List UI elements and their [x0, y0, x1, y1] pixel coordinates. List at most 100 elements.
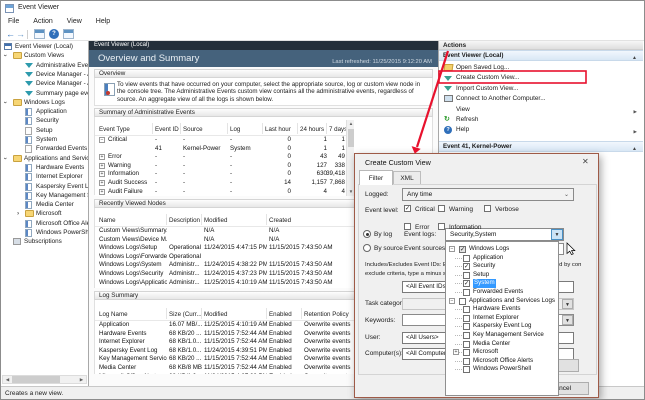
droplist-item-applications-and-services-logs[interactable]: −Applications and Services Logs [446, 297, 559, 306]
collapse-icon[interactable]: ▲ [632, 53, 637, 63]
droplist-checkbox[interactable] [463, 341, 470, 348]
droplist-checkbox[interactable]: ✓ [463, 263, 470, 270]
scrollbar-thumb[interactable] [348, 129, 354, 147]
chevron-expanded-icon[interactable]: › [1, 55, 10, 57]
action-connect-to-another-computer-[interactable]: Connect to Another Computer... [439, 94, 643, 104]
expand-row-icon[interactable]: + [99, 154, 105, 160]
table-row[interactable]: Windows Logs\SystemAdministr...11/24/201… [95, 261, 354, 270]
overview-section-header[interactable]: Overview [94, 69, 433, 78]
menu-file[interactable]: File [1, 16, 26, 28]
column-header-log-name[interactable]: Log Name [99, 305, 173, 321]
recent-nodes-table[interactable]: NameDescriptionModifiedCreatedCustom Vie… [95, 211, 354, 288]
droplist-checkbox[interactable]: ✓ [459, 246, 466, 253]
log-summary-table[interactable]: Log NameSize (Curr...ModifiedEnabledRete… [95, 305, 354, 374]
droplist-checkbox[interactable] [463, 306, 470, 313]
by-log-radio[interactable] [363, 230, 371, 238]
tree-item-subscriptions[interactable]: Subscriptions [1, 237, 89, 246]
table-row[interactable]: Audit Success---141,1577,868+ [95, 179, 354, 188]
table-row[interactable]: Critical---011− [95, 136, 354, 145]
droplist-checkbox[interactable] [459, 298, 466, 305]
help-window-icon[interactable]: ? [49, 29, 59, 39]
tree-item-security[interactable]: Security [1, 116, 89, 125]
tree-item-application[interactable]: Application [1, 107, 89, 116]
action-help[interactable]: ?Help▶ [439, 125, 643, 135]
summary-table[interactable]: Event TypeEvent IDSourceLogLast hour24 h… [95, 120, 354, 196]
table-row[interactable]: Windows Logs\ApplicationAdministr...11/2… [95, 279, 354, 288]
tree-item-device-manager-adapte[interactable]: Device Manager - Adapte [1, 70, 89, 79]
tree-item-event-viewer-local-[interactable]: Event Viewer (Local) [1, 42, 89, 51]
chevron-expanded-icon[interactable]: › [1, 101, 10, 103]
droplist-checkbox[interactable] [463, 332, 470, 339]
table-row[interactable]: Key Management Service68 KB/20 ...11/15/… [95, 355, 354, 364]
forward-arrow-icon[interactable]: → [16, 28, 25, 40]
expand-icon[interactable]: + [453, 349, 459, 355]
table-row[interactable]: Application16.07 MB/...11/25/2015 4:10:1… [95, 321, 354, 330]
scroll-left-icon[interactable]: ◀ [3, 376, 12, 383]
tree-item-microsoft[interactable]: ›Microsoft [1, 209, 89, 218]
chevron-collapsed-icon[interactable]: › [17, 209, 19, 218]
checkbox-warning[interactable] [438, 205, 445, 212]
droplist-item-system[interactable]: ✓System [446, 279, 559, 288]
checkbox-information[interactable] [438, 223, 445, 230]
table-row[interactable]: Error---04349+ [95, 153, 354, 162]
checkbox-verbose[interactable] [484, 205, 491, 212]
droplist-item-forwarded-events[interactable]: Forwarded Events [446, 288, 559, 297]
tree-item-applications-and-services-logs[interactable]: ›Applications and Services Logs [1, 154, 89, 163]
table-row[interactable]: Information---063039,418+ [95, 170, 354, 179]
table-row[interactable]: 41Kernel-PowerSystem011 [95, 145, 354, 154]
keywords-dropdown-button[interactable]: ▼ [562, 315, 573, 325]
show-console-tree-icon[interactable] [34, 29, 45, 39]
tree-item-windows-powershell[interactable]: Windows PowerShell [1, 228, 89, 237]
table-row[interactable]: Kaspersky Event Log68 KB/1.0...11/24/201… [95, 347, 354, 356]
collapse-icon[interactable]: − [449, 246, 455, 252]
checkbox-error[interactable] [404, 223, 411, 230]
menu-view[interactable]: View [60, 16, 89, 28]
column-header-size-curr-[interactable]: Size (Curr... [169, 305, 208, 321]
droplist-item-application[interactable]: Application [446, 254, 559, 263]
droplist-item-microsoft-office-alerts[interactable]: Microsoft Office Alerts [446, 357, 559, 366]
droplist-item-hardware-events[interactable]: Hardware Events [446, 305, 559, 314]
action-import-custom-view-[interactable]: Import Custom View... [439, 84, 643, 94]
menu-action[interactable]: Action [26, 16, 59, 28]
close-icon[interactable]: ✕ [582, 157, 589, 166]
scrollbar-thumb[interactable] [12, 376, 60, 383]
column-header-enabled[interactable]: Enabled [269, 305, 308, 321]
scroll-up-icon[interactable]: ▲ [347, 120, 355, 127]
logged-combobox[interactable]: Any time ⌄ [402, 188, 574, 201]
table-row[interactable]: Custom Views\Device M...N/AN/A [95, 236, 354, 245]
table-row[interactable]: Custom Views\Summary...N/AN/A [95, 227, 354, 236]
table-row[interactable]: Windows Logs\Forwarde...Operational [95, 253, 354, 262]
actions-group-event-viewer[interactable]: Event Viewer (Local) ▲ [439, 50, 643, 61]
expand-row-icon[interactable]: + [99, 189, 105, 195]
actions-group-event-41[interactable]: Event 41, Kernel-Power ▲ [439, 141, 643, 152]
collapse-row-icon[interactable]: − [99, 137, 105, 143]
tree-item-microsoft-office-alerts[interactable]: Microsoft Office Alerts [1, 219, 89, 228]
droplist-item-kaspersky-event-log[interactable]: Kaspersky Event Log [446, 322, 559, 331]
tree-item-key-management-service[interactable]: Key Management Service [1, 191, 89, 200]
column-header-modified[interactable]: Modified [204, 211, 273, 227]
droplist-checkbox[interactable] [463, 255, 470, 262]
checkbox-critical[interactable]: ✓ [404, 205, 411, 212]
menu-help[interactable]: Help [89, 16, 117, 28]
table-row[interactable]: Warning---0127338+ [95, 162, 354, 171]
droplist-item-windows-powershell[interactable]: Windows PowerShell [446, 365, 559, 374]
summary-section-header[interactable]: Summary of Administrative Events [94, 108, 433, 117]
droplist-item-microsoft[interactable]: +Microsoft [446, 348, 559, 357]
back-arrow-icon[interactable]: ← [6, 28, 15, 40]
tree-item-forwarded-events[interactable]: Forwarded Events [1, 144, 89, 153]
droplist-item-media-center[interactable]: Media Center [446, 340, 559, 349]
scroll-right-icon[interactable]: ▶ [77, 376, 86, 383]
collapse-icon[interactable]: − [449, 298, 455, 304]
droplist-item-setup[interactable]: Setup [446, 271, 559, 280]
droplist-checkbox[interactable] [463, 272, 470, 279]
column-header-event-type[interactable]: Event Type [99, 120, 157, 136]
table-row[interactable]: Windows Logs\SetupOperational11/24/2015 … [95, 244, 354, 253]
event-logs-dropdown-button[interactable]: ▼ [551, 229, 563, 240]
table-row[interactable]: Internet Explorer68 KB/1.0...11/15/2015 … [95, 338, 354, 347]
droplist-item-windows-logs[interactable]: −✓Windows Logs [446, 245, 559, 254]
table-row[interactable]: Hardware Events68 KB/20 ...11/15/2015 7:… [95, 330, 354, 339]
droplist-checkbox[interactable] [463, 349, 470, 356]
expand-row-icon[interactable]: + [99, 171, 105, 177]
summary-table-scrollbar[interactable]: ▲ ▼ [346, 120, 354, 196]
tab-xml[interactable]: XML [393, 171, 421, 185]
